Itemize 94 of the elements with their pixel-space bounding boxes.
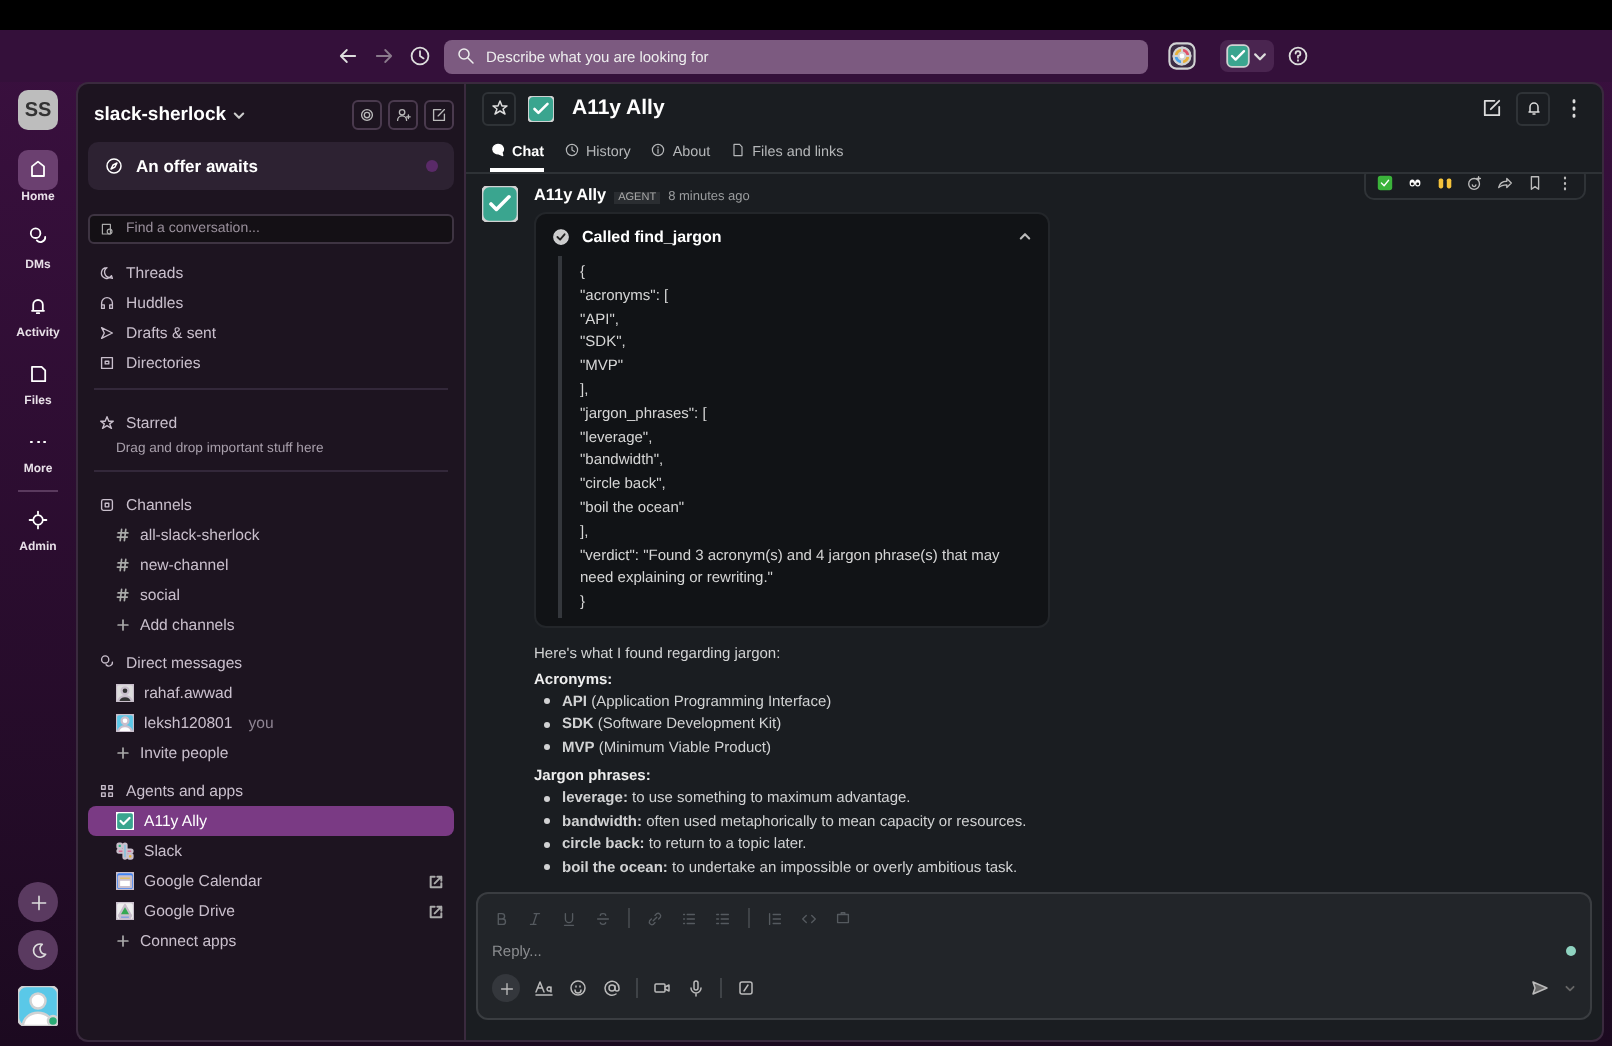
collapse-icon[interactable] xyxy=(1018,229,1032,243)
status-dot xyxy=(1566,945,1576,955)
app-icon xyxy=(116,872,134,890)
bullet-icon xyxy=(544,841,550,848)
bullet-icon xyxy=(544,795,550,802)
star-icon xyxy=(98,414,116,432)
plus-icon xyxy=(497,979,515,997)
app-icon xyxy=(116,812,134,830)
tool-call-title: Called find_jargon xyxy=(582,227,722,245)
microphone-icon[interactable] xyxy=(686,978,706,998)
hash-icon xyxy=(116,558,130,572)
offer-text: An offer awaits xyxy=(136,156,258,176)
bell-icon xyxy=(26,294,50,318)
invite-person-button[interactable] xyxy=(388,99,418,129)
bullet-icon xyxy=(544,698,550,705)
forward-icon[interactable] xyxy=(372,44,396,68)
moon-icon xyxy=(27,939,49,961)
help-icon[interactable] xyxy=(1286,44,1310,68)
checkmark-app-icon xyxy=(1226,44,1250,68)
rail-tab[interactable] xyxy=(18,150,58,190)
history-icon[interactable] xyxy=(408,44,432,68)
directory-icon xyxy=(98,354,116,372)
app-icon xyxy=(116,842,134,860)
agent-avatar xyxy=(528,95,554,121)
apps-grid-icon xyxy=(98,782,116,800)
bookmark-icon[interactable] xyxy=(1526,174,1544,192)
channel-title[interactable]: A11y Ally xyxy=(572,96,665,120)
hash-icon xyxy=(116,588,130,602)
settings-button[interactable] xyxy=(352,99,382,129)
compose-button[interactable] xyxy=(424,99,454,129)
plus-icon xyxy=(116,618,130,632)
user-avatar xyxy=(116,714,134,732)
user-avatar[interactable] xyxy=(18,986,58,1026)
chat-bubbles-icon xyxy=(98,654,116,672)
star-button[interactable] xyxy=(482,91,516,125)
info-icon xyxy=(650,142,667,158)
text-format-icon[interactable] xyxy=(534,978,554,998)
bullet-icon xyxy=(544,744,550,751)
bullet-icon xyxy=(544,721,550,728)
add-workspace-button[interactable] xyxy=(18,882,58,922)
mention-icon[interactable] xyxy=(602,978,622,998)
caret-icon xyxy=(1252,48,1268,64)
bullet-icon xyxy=(544,864,550,871)
external-link-icon[interactable] xyxy=(428,873,444,889)
headphones-icon xyxy=(98,294,116,312)
user-avatar xyxy=(116,684,134,702)
offer-banner[interactable]: An offer awaits xyxy=(88,142,454,190)
raised-hands-icon[interactable] xyxy=(1436,174,1454,192)
search-icon xyxy=(100,221,116,237)
compose-icon xyxy=(430,105,448,123)
send-icon xyxy=(98,324,116,342)
notifications-button[interactable] xyxy=(1516,91,1550,125)
home-icon xyxy=(26,158,50,182)
send-icon[interactable] xyxy=(1530,978,1550,998)
file-icon xyxy=(730,142,747,158)
external-link-icon[interactable] xyxy=(428,903,444,919)
add-person-icon xyxy=(394,105,412,123)
compass-icon xyxy=(104,156,124,176)
clock-icon xyxy=(563,142,580,158)
ai-app-icon[interactable] xyxy=(1168,42,1196,70)
gear-icon xyxy=(26,508,50,532)
app-icon xyxy=(116,902,134,920)
author-name[interactable]: A11y Ally xyxy=(534,186,607,204)
settings-icon xyxy=(358,105,376,123)
workspace-name[interactable]: slack-sherlock xyxy=(94,103,227,125)
hash-icon xyxy=(116,528,130,542)
agent-switcher-button[interactable] xyxy=(1220,40,1274,72)
file-icon xyxy=(26,362,50,386)
bullet-icon xyxy=(544,818,550,825)
share-icon[interactable] xyxy=(1496,174,1514,192)
workspace-avatar[interactable]: SS xyxy=(18,90,58,130)
edit-icon[interactable] xyxy=(1480,96,1504,120)
star-icon xyxy=(489,98,509,118)
caret-icon[interactable] xyxy=(232,107,247,121)
plus-icon xyxy=(27,891,49,913)
chat-icon xyxy=(490,142,506,158)
notification-dot xyxy=(426,160,438,172)
agent-avatar[interactable] xyxy=(482,186,518,222)
check-reaction-icon[interactable] xyxy=(1376,174,1394,192)
check-circle-icon xyxy=(552,227,570,245)
add-reaction-icon[interactable] xyxy=(1466,174,1484,192)
attach-button[interactable] xyxy=(492,974,520,1002)
channel-icon xyxy=(98,496,116,514)
plus-icon xyxy=(116,746,130,760)
bell-icon xyxy=(1523,98,1543,118)
back-icon[interactable] xyxy=(336,44,360,68)
thread-icon xyxy=(98,264,116,282)
emoji-icon[interactable] xyxy=(568,978,588,998)
search-icon xyxy=(456,46,476,66)
theme-button[interactable] xyxy=(18,930,58,970)
eyes-reaction-icon[interactable] xyxy=(1406,174,1424,192)
plus-icon xyxy=(116,934,130,948)
slash-command-icon[interactable] xyxy=(736,978,756,998)
video-icon[interactable] xyxy=(652,978,672,998)
